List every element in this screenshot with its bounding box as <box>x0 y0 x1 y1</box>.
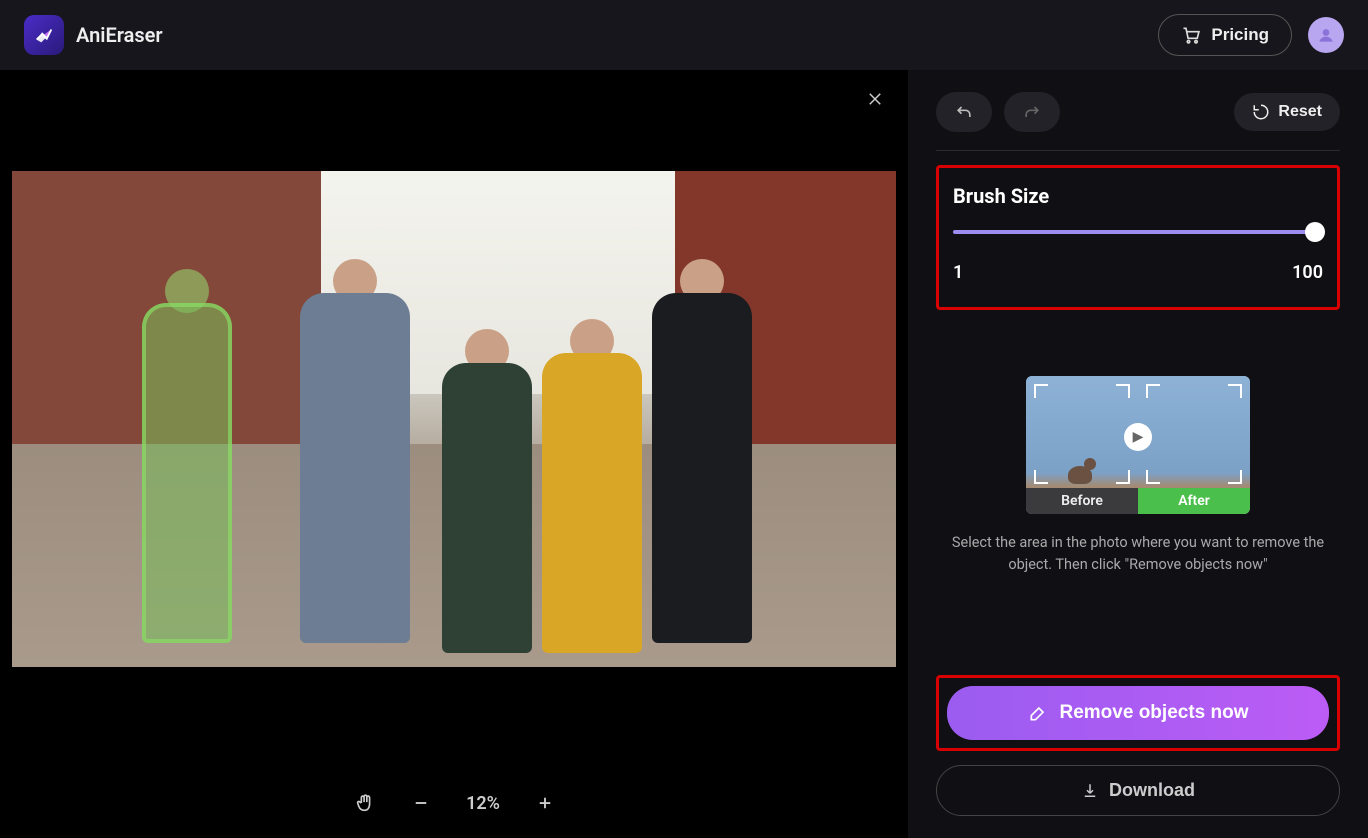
app-header: AniEraser Pricing <box>0 0 1368 70</box>
pricing-label: Pricing <box>1211 25 1269 45</box>
preview-before: Before <box>1026 376 1138 514</box>
person-figure <box>442 329 532 649</box>
cta-panel: Remove objects now <box>936 675 1340 751</box>
before-label: Before <box>1026 488 1138 514</box>
header-right: Pricing <box>1158 14 1344 56</box>
image-viewport[interactable] <box>0 70 908 768</box>
close-button[interactable] <box>866 90 884 108</box>
help-text: Select the area in the photo where you w… <box>936 532 1340 576</box>
right-sidebar: Reset Brush Size 1 100 Before <box>908 70 1368 838</box>
brush-size-slider[interactable] <box>953 230 1323 234</box>
zoom-percent: 12% <box>466 793 500 814</box>
history-controls: Reset <box>936 92 1340 132</box>
masked-person-selection <box>142 269 232 649</box>
reset-icon <box>1252 103 1270 121</box>
remove-objects-label: Remove objects now <box>1060 702 1249 724</box>
slider-thumb[interactable] <box>1305 222 1325 242</box>
zoom-out-button[interactable] <box>412 794 430 812</box>
zoom-in-button[interactable] <box>536 794 554 812</box>
main: 12% Reset Brush <box>0 70 1368 838</box>
pricing-button[interactable]: Pricing <box>1158 14 1292 56</box>
arrow-right-icon: ▶ <box>1124 423 1152 451</box>
download-label: Download <box>1109 780 1195 801</box>
reset-label: Reset <box>1278 103 1322 121</box>
download-button[interactable]: Download <box>936 765 1340 816</box>
brush-size-title: Brush Size <box>953 184 1323 208</box>
app-logo-icon <box>24 15 64 55</box>
preview-after: After <box>1138 376 1250 514</box>
user-avatar[interactable] <box>1308 17 1344 53</box>
cart-icon <box>1181 25 1201 45</box>
preview-card: Before After ▶ <box>1026 376 1250 514</box>
person-figure <box>652 259 752 649</box>
brush-icon <box>1028 703 1048 723</box>
remove-objects-button[interactable]: Remove objects now <box>947 686 1329 740</box>
zoom-toolbar: 12% <box>0 768 908 838</box>
after-label: After <box>1138 488 1250 514</box>
bird-icon <box>1060 444 1100 484</box>
person-figure <box>542 319 642 649</box>
slider-min: 1 <box>953 262 963 283</box>
slider-max: 100 <box>1292 262 1323 283</box>
slider-range-labels: 1 100 <box>953 262 1323 283</box>
redo-button[interactable] <box>1004 92 1060 132</box>
canvas-area: 12% <box>0 70 908 838</box>
divider <box>936 150 1340 151</box>
person-figure <box>300 259 410 649</box>
brush-size-panel: Brush Size 1 100 <box>936 165 1340 310</box>
download-icon <box>1081 782 1099 800</box>
undo-button[interactable] <box>936 92 992 132</box>
edited-photo[interactable] <box>12 171 896 667</box>
pan-hand-icon[interactable] <box>354 792 376 814</box>
reset-button[interactable]: Reset <box>1234 93 1340 131</box>
logo-wrap: AniEraser <box>24 15 163 55</box>
before-after-preview: Before After ▶ Select the area in the ph… <box>936 376 1340 576</box>
app-name: AniEraser <box>76 23 163 47</box>
